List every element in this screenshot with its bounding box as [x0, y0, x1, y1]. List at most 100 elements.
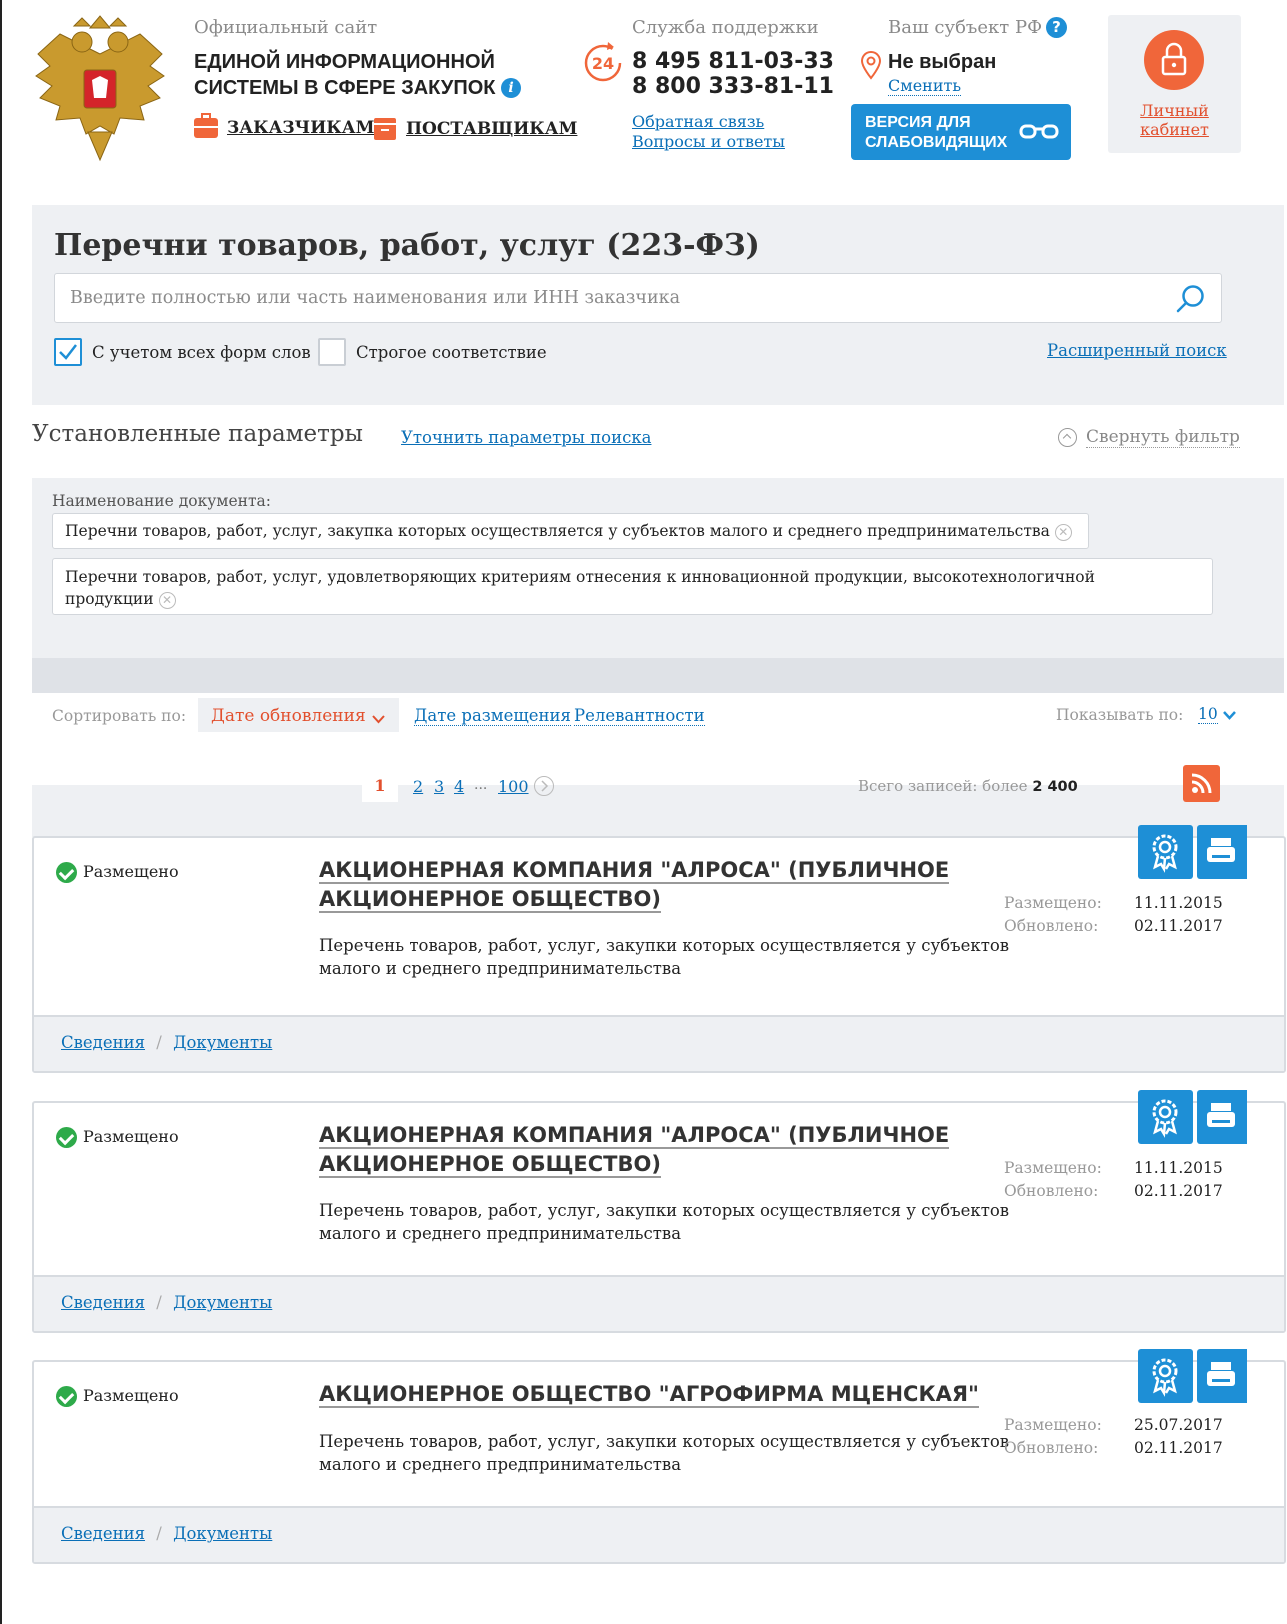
org-name-link[interactable]: АКЦИОНЕРНАЯ КОМПАНИЯ "АЛРОСА" (ПУБЛИЧНОЕ…	[319, 1121, 950, 1179]
advanced-search-link[interactable]: Расширенный поиск	[1047, 341, 1227, 360]
official-label: Официальный сайт	[194, 17, 378, 38]
result-card: Размещено АКЦИОНЕРНАЯ КОМПАНИЯ "АЛРОСА" …	[32, 1101, 1286, 1333]
page-3[interactable]: 3	[434, 777, 444, 796]
vision-button[interactable]: ВЕРСИЯ ДЛЯ СЛАБОВИДЯЩИХ	[851, 104, 1071, 160]
documents-link[interactable]: Документы	[173, 1033, 272, 1052]
cabinet-button[interactable]: Личный кабинет	[1108, 15, 1241, 153]
nav-suppliers[interactable]: ПОСТАВЩИКАМ	[374, 118, 577, 140]
chevron-down-icon	[372, 709, 385, 729]
page-2[interactable]: 2	[413, 777, 423, 796]
sort-label: Сортировать по:	[52, 707, 187, 725]
params-panel-footer	[32, 658, 1284, 693]
region-label: Ваш субъект РФ ?	[888, 17, 1068, 38]
details-link[interactable]: Сведения	[61, 1524, 145, 1543]
help-icon[interactable]: ?	[1046, 17, 1068, 38]
result-card: Размещено АКЦИОНЕРНАЯ КОМПАНИЯ "АЛРОСА" …	[32, 836, 1286, 1073]
sort-option-relevance[interactable]: Релевантности	[574, 706, 705, 726]
page-ellipsis: ...	[474, 777, 488, 793]
pagination-bar	[32, 785, 1284, 837]
doc-description: Перечень товаров, работ, услуг, закупки …	[319, 1201, 1010, 1243]
documents-link[interactable]: Документы	[173, 1524, 272, 1543]
page-4[interactable]: 4	[454, 777, 464, 796]
doc-name-label: Наименование документа:	[52, 492, 271, 510]
glasses-icon	[1019, 122, 1059, 146]
collapse-filter[interactable]: Свернуть фильтр	[1058, 427, 1240, 448]
phone-1[interactable]: 8 495 811-03-33	[632, 49, 834, 75]
dates-block: Размещено: Обновлено:	[1004, 1159, 1102, 1200]
emblem-icon	[30, 14, 170, 162]
site-title-line1: ЕДИНОЙ ИНФОРМАЦИОННОЙ	[194, 51, 495, 73]
box-icon	[374, 118, 396, 140]
sort-dropdown[interactable]: Дате обновления	[198, 698, 399, 732]
info-icon[interactable]: i	[501, 78, 522, 98]
clear-icon[interactable]: ✕	[1054, 523, 1072, 541]
show-per-page-label: Показывать по:	[1056, 706, 1184, 724]
certificate-icon	[1152, 1099, 1178, 1138]
next-page-icon[interactable]	[534, 776, 554, 796]
page-current[interactable]: 1	[362, 770, 398, 802]
dates-block: Размещено: Обновлено:	[1004, 894, 1102, 935]
strict-checkbox[interactable]	[318, 338, 346, 366]
certificate-button[interactable]	[1138, 1090, 1193, 1144]
phone-2[interactable]: 8 800 333-81-11	[632, 74, 834, 100]
site-title-line2: СИСТЕМЫ В СФЕРЕ ЗАКУПОК i	[194, 75, 522, 101]
check-circle-icon	[56, 1386, 77, 1407]
result-card: Размещено АКЦИОНЕРНОЕ ОБЩЕСТВО "АГРОФИРМ…	[32, 1360, 1286, 1564]
page-last[interactable]: 100	[498, 777, 529, 796]
dates-values: 25.07.2017 02.11.2017	[1134, 1416, 1223, 1457]
certificate-icon	[1152, 1358, 1178, 1397]
all-forms-checkbox[interactable]	[54, 338, 82, 366]
doc-description: Перечень товаров, работ, услуг, закупки …	[319, 936, 1010, 978]
print-icon	[1207, 1103, 1235, 1127]
total-records: Всего записей: более 2 400	[858, 777, 1078, 795]
check-circle-icon	[56, 1127, 77, 1148]
checkbox-checked-icon	[59, 344, 77, 360]
sort-option-posted[interactable]: Дате размещения	[414, 706, 571, 726]
print-icon	[1207, 838, 1235, 862]
params-title: Установленные параметры	[32, 421, 363, 447]
search-input[interactable]: Введите полностью или часть наименования…	[54, 273, 1222, 323]
certificate-button[interactable]	[1138, 1349, 1193, 1403]
rss-icon[interactable]	[1183, 765, 1220, 802]
chevron-down-icon	[1222, 706, 1236, 724]
refine-link[interactable]: Уточнить параметры поиска	[401, 428, 651, 447]
svg-text:24: 24	[592, 54, 614, 73]
certificate-icon	[1152, 834, 1178, 873]
dates-block: Размещено: Обновлено:	[1004, 1416, 1102, 1457]
status-badge: Размещено	[56, 862, 179, 883]
card-footer: Сведения / Документы	[34, 1275, 1284, 1331]
lock-icon	[1144, 30, 1204, 90]
print-button[interactable]	[1197, 825, 1247, 879]
nav-customers[interactable]: ЗАКАЗЧИКАМ	[194, 113, 374, 138]
per-page-select[interactable]: 10	[1198, 705, 1236, 724]
faq-link[interactable]: Вопросы и ответы	[632, 132, 785, 151]
filter-tag-1: Перечни товаров, работ, услуг, закупка к…	[52, 513, 1089, 549]
dates-values: 11.11.2015 02.11.2017	[1134, 894, 1223, 935]
page-title: Перечни товаров, работ, услуг (223-ФЗ)	[54, 228, 760, 263]
feedback-link[interactable]: Обратная связь	[632, 112, 764, 131]
print-icon	[1207, 1362, 1235, 1386]
location-pin-icon	[860, 50, 882, 86]
check-circle-icon	[56, 862, 77, 883]
dates-values: 11.11.2015 02.11.2017	[1134, 1159, 1223, 1200]
region-change-link[interactable]: Сменить	[888, 76, 962, 96]
print-button[interactable]	[1197, 1349, 1247, 1403]
clear-icon[interactable]: ✕	[158, 591, 176, 609]
region-value: Не выбран	[888, 51, 997, 73]
org-name-link[interactable]: АКЦИОНЕРНОЕ ОБЩЕСТВО "АГРОФИРМА МЦЕНСКАЯ…	[319, 1380, 979, 1409]
certificate-button[interactable]	[1138, 825, 1193, 879]
support-24-icon: 24	[582, 40, 624, 82]
status-badge: Размещено	[56, 1127, 179, 1148]
documents-link[interactable]: Документы	[173, 1293, 272, 1312]
org-name-link[interactable]: АКЦИОНЕРНАЯ КОМПАНИЯ "АЛРОСА" (ПУБЛИЧНОЕ…	[319, 856, 950, 914]
details-link[interactable]: Сведения	[61, 1033, 145, 1052]
collapse-icon	[1058, 428, 1077, 447]
search-icon[interactable]	[1175, 283, 1207, 319]
details-link[interactable]: Сведения	[61, 1293, 145, 1312]
card-footer: Сведения / Документы	[34, 1506, 1284, 1562]
all-forms-label: С учетом всех форм слов	[92, 343, 311, 362]
print-button[interactable]	[1197, 1090, 1247, 1144]
briefcase-icon	[194, 113, 218, 138]
doc-description: Перечень товаров, работ, услуг, закупки …	[319, 1432, 1010, 1474]
support-label: Служба поддержки	[632, 17, 819, 38]
